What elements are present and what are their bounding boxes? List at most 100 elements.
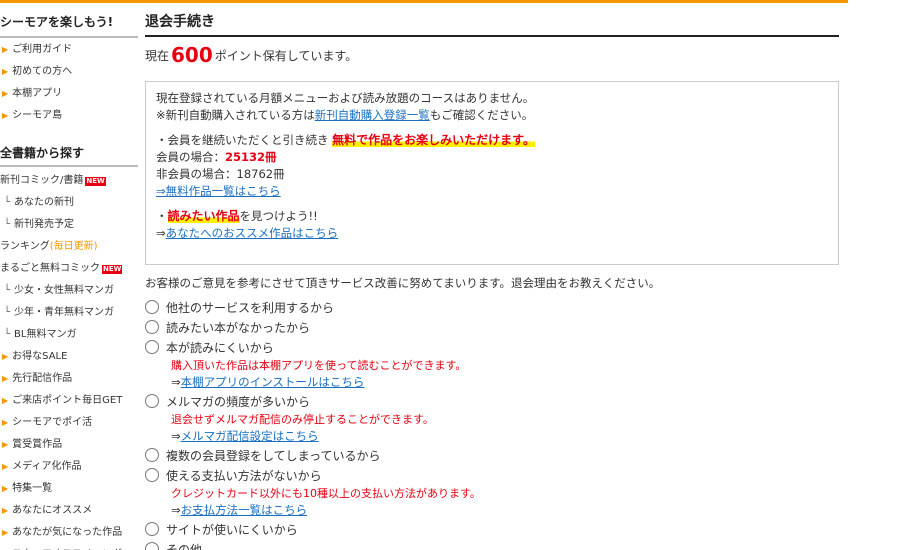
free-works-link[interactable]: ⇒無料作品一覧はこちら [156, 184, 281, 198]
sidebar: シーモアを楽しもう! ▶ ご利用ガイド ▶ 初めての方へ ▶ 本棚アプリ ▶ シーモア島 全書… [0, 3, 138, 550]
link-arrow: ⇒ [171, 429, 181, 443]
triangle-right-icon: ▶ [2, 528, 9, 537]
reason-option[interactable]: 本が読みにくいから [145, 337, 839, 357]
sidebar-link-item-13[interactable]: ▶ メディア化作品 [0, 456, 138, 478]
page-title: 退会手続き [145, 14, 215, 30]
sidebar-link-item-7[interactable]: └ BL無料マンガ [0, 324, 138, 346]
sidebar-link-label: ランキング [0, 241, 50, 252]
tree-branch-icon: └ [4, 329, 11, 340]
info-course-status: 現在登録されている月額メニューおよび読み放題のコースはありません。 [156, 91, 535, 105]
sidebar-link-label: 賞受賞作品 [12, 439, 63, 450]
link-arrow: ⇒ [171, 503, 181, 517]
sidebar-link-label: メディア化作品 [12, 461, 82, 472]
reason-option[interactable]: 読みたい本がなかったから [145, 317, 839, 337]
triangle-right-icon: ▶ [2, 67, 9, 76]
tree-branch-icon: └ [4, 285, 11, 296]
sidebar-link-item-15[interactable]: ▶ あなたにオススメ [0, 500, 138, 522]
title-divider [145, 35, 839, 37]
reason-option[interactable]: サイトが使いにくいから [145, 519, 839, 539]
find-works-suffix: を見つけよう!! [239, 209, 318, 223]
member-count: 会員の場合：25132冊 [156, 149, 828, 166]
sidebar-link-item-9[interactable]: ▶ 先行配信作品 [0, 368, 138, 390]
reason-link-row: ⇒お支払方法一覧はこちら [145, 502, 839, 519]
radio-button[interactable] [145, 522, 159, 536]
free-works-prefix: ・会員を継続いただくと引き続き [156, 133, 329, 147]
sidebar-link-item-1[interactable]: ▶ 初めての方へ [0, 61, 138, 83]
radio-button[interactable] [145, 300, 159, 314]
sidebar-link-item-14[interactable]: ▶ 特集一覧 [0, 478, 138, 500]
sidebar-link-label: 特集一覧 [12, 483, 53, 494]
sidebar-link-item-6[interactable]: └ 少年・青年無料マンガ [0, 302, 138, 324]
reason-help-link[interactable]: 本棚アプリのインストールはこちら [181, 375, 365, 389]
info-find-works: ・読みたい作品を見つけよう!! [156, 208, 828, 225]
link-arrow: ⇒ [171, 375, 181, 389]
triangle-right-icon: ▶ [2, 506, 9, 515]
sidebar-link-label: あなたが気になった作品 [12, 527, 123, 538]
sidebar-link-label: あなたにオススメ [12, 505, 93, 516]
sidebar-link-item-8[interactable]: ▶ お得なSALE [0, 346, 138, 368]
reason-label: 複数の会員登録をしてしまっているから [166, 448, 381, 463]
triangle-right-icon: ▶ [2, 484, 9, 493]
sidebar-link-item-4[interactable]: まるごと無料コミック NEW [0, 258, 138, 280]
reason-label: サイトが使いにくいから [166, 522, 298, 537]
sidebar-link-label: まるごと無料コミック [0, 263, 100, 274]
triangle-right-icon: ▶ [2, 396, 9, 405]
radio-button[interactable] [145, 468, 159, 482]
sidebar-link-item-1[interactable]: └ あなたの新刊 [0, 192, 138, 214]
sidebar-link-item-3[interactable]: ランキング (毎日更新) [0, 236, 138, 258]
triangle-right-icon: ▶ [2, 462, 9, 471]
points-summary: 現在 600 ポイント保有しています。 [145, 43, 357, 67]
radio-button[interactable] [145, 320, 159, 334]
points-suffix: ポイント保有しています。 [214, 49, 358, 63]
info-auto-purchase-suffix: もご確認ください。 [429, 108, 534, 122]
member-count-label: 会員の場合： [156, 150, 225, 164]
reason-label: 使える支払い方法がないから [166, 468, 322, 483]
auto-purchase-list-link[interactable]: 新刊自動購入登録一覧 [315, 108, 430, 122]
reason-help-link[interactable]: お支払方法一覧はこちら [181, 503, 308, 517]
reason-option[interactable]: その他 [145, 539, 839, 550]
radio-button[interactable] [145, 394, 159, 408]
sidebar-divider [0, 36, 138, 38]
reason-help-link[interactable]: メルマガ配信設定はこちら [181, 429, 319, 443]
sidebar-link-item-2[interactable]: ▶ 本棚アプリ [0, 83, 138, 105]
find-works-prefix: ・ [156, 209, 168, 223]
new-badge: NEW [85, 176, 106, 186]
points-prefix: 現在 [145, 49, 170, 63]
sidebar-link-item-2[interactable]: └ 新刊発売予定 [0, 214, 138, 236]
reason-option[interactable]: 使える支払い方法がないから [145, 465, 839, 485]
sidebar-link-item-10[interactable]: ▶ ご来店ポイント毎日GET [0, 390, 138, 412]
sidebar-link-label: 先行配信作品 [12, 373, 73, 384]
sidebar-list-guide: ▶ ご利用ガイド ▶ 初めての方へ ▶ 本棚アプリ ▶ シーモア島 [0, 39, 138, 127]
sidebar-link-label: 新刊発売予定 [14, 219, 75, 230]
sidebar-divider [0, 165, 138, 167]
sidebar-link-item-0[interactable]: 新刊コミック/書籍 NEW [0, 170, 138, 192]
sidebar-link-item-12[interactable]: ▶ 賞受賞作品 [0, 434, 138, 456]
triangle-right-icon: ▶ [2, 45, 9, 54]
sidebar-section-title: シーモアを楽しもう! [0, 15, 114, 29]
sidebar-link-label: シーモアでポイ活 [12, 417, 93, 428]
sidebar-link-item-11[interactable]: ▶ シーモアでポイ活 [0, 412, 138, 434]
sidebar-link-item-3[interactable]: ▶ シーモア島 [0, 105, 138, 127]
triangle-right-icon: ▶ [2, 440, 9, 449]
reason-label: 本が読みにくいから [166, 340, 274, 355]
tree-branch-icon: └ [4, 219, 11, 230]
new-badge: NEW [102, 264, 123, 274]
sidebar-link-item-0[interactable]: ▶ ご利用ガイド [0, 39, 138, 61]
sidebar-link-extra: (毎日更新) [49, 241, 98, 252]
radio-button[interactable] [145, 542, 159, 550]
reason-option[interactable]: 他社のサービスを利用するから [145, 297, 839, 317]
reason-option[interactable]: 複数の会員登録をしてしまっているから [145, 445, 839, 465]
find-works-highlight: 読みたい作品 [167, 209, 240, 223]
sidebar-section-title: 全書籍から探す [0, 146, 85, 160]
sidebar-link-item-17[interactable]: ▶ スタッフオススメマンガ [0, 544, 138, 550]
sidebar-link-item-5[interactable]: └ 少女・女性無料マンガ [0, 280, 138, 302]
reason-link-row: ⇒メルマガ配信設定はこちら [145, 428, 839, 445]
sidebar-link-label: あなたの新刊 [14, 197, 75, 208]
radio-button[interactable] [145, 340, 159, 354]
radio-button[interactable] [145, 448, 159, 462]
recommend-link[interactable]: あなたへのおススメ作品はこちら [166, 226, 339, 240]
reason-option[interactable]: メルマガの頻度が多いから [145, 391, 839, 411]
free-works-highlight: 無料で作品をお楽しみいただけます。 [332, 133, 535, 147]
sidebar-link-item-16[interactable]: ▶ あなたが気になった作品 [0, 522, 138, 544]
member-count-value: 25132冊 [225, 150, 277, 164]
